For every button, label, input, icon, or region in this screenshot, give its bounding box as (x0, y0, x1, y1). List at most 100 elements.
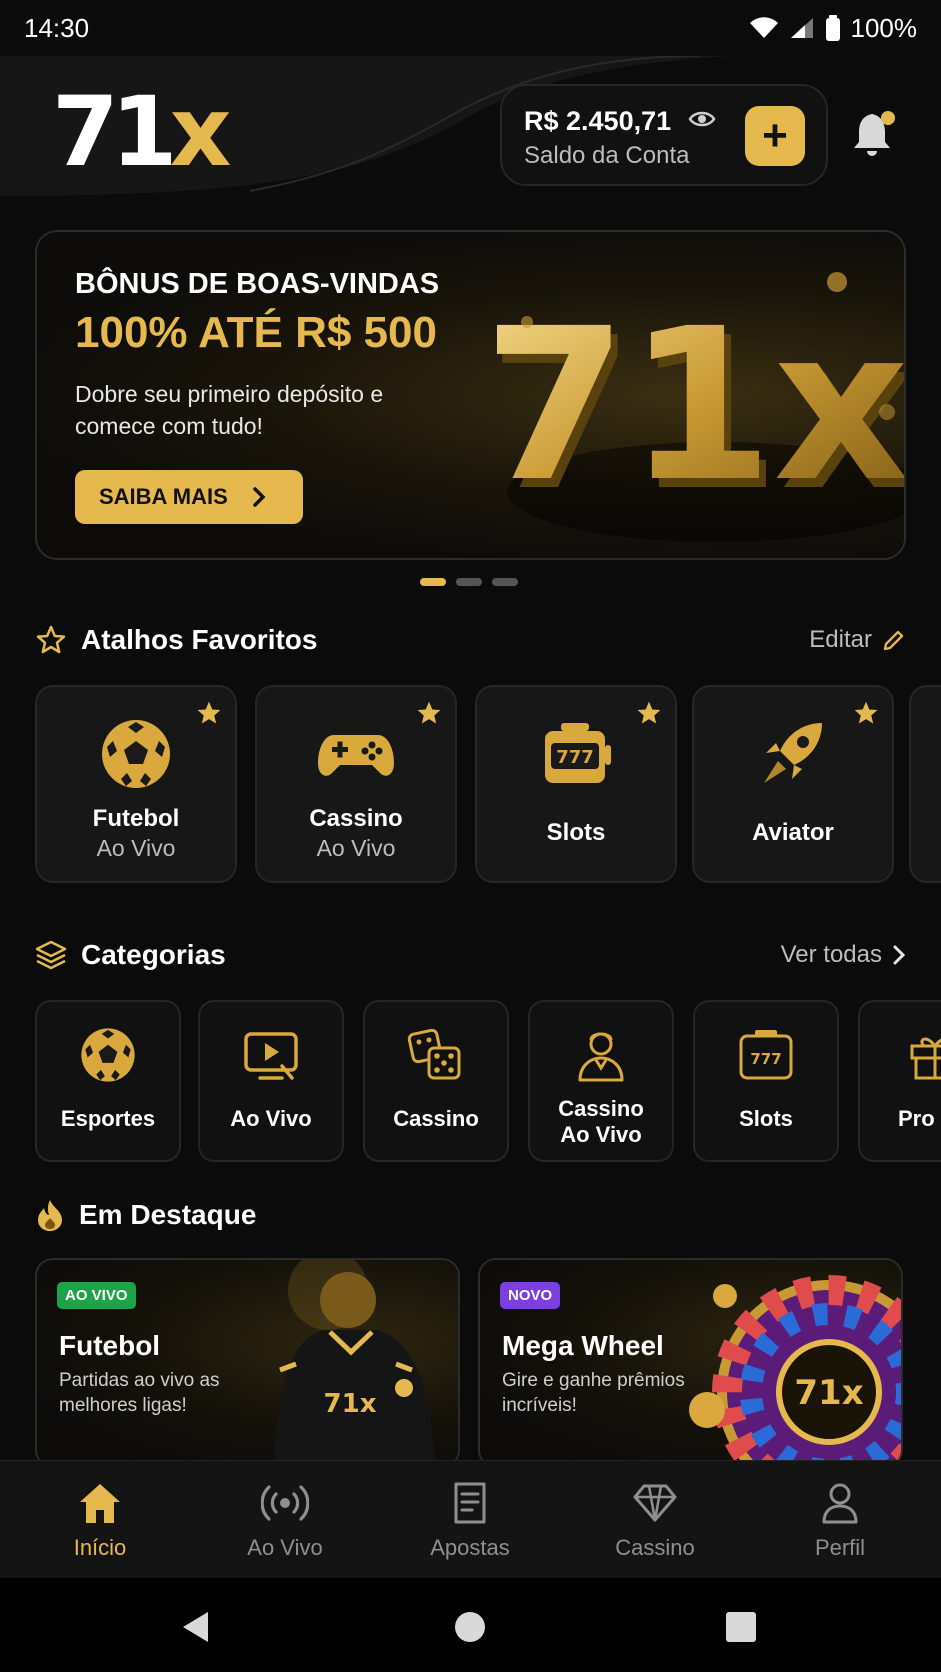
categories-title-text: Categorias (81, 939, 226, 970)
nav-label: Ao Vivo (247, 1535, 323, 1560)
category-esportes[interactable]: Esportes (35, 1000, 181, 1162)
promo-banner[interactable]: 71x 71x BÔNUS DE BOAS-VINDAS 100% ATÉ R$… (35, 230, 906, 560)
category-label: Esportes (60, 1106, 156, 1131)
home-icon (80, 1484, 120, 1523)
new-badge: NOVO (500, 1282, 561, 1309)
banner-kicker: BÔNUS DE BOAS-VINDAS (75, 268, 440, 300)
bell-icon[interactable] (852, 108, 898, 160)
nav-cassino[interactable]: Cassino (575, 1479, 735, 1561)
favorites-title-text: Atalhos Favoritos (81, 624, 318, 655)
category-label: Cassino (393, 1106, 479, 1131)
featured-title-text: Em Destaque (79, 1199, 257, 1230)
logo-accent-text: x (169, 76, 232, 188)
featured-mega-wheel-card[interactable]: 71x NOVO Mega Wheel Gire e ganhe prêmios… (478, 1258, 903, 1468)
carousel-dot[interactable] (420, 578, 446, 586)
carousel-dot[interactable] (492, 578, 518, 586)
ver-todas-button[interactable]: Ver todas (781, 941, 906, 969)
eye-icon[interactable] (688, 108, 716, 130)
nav-ao-vivo[interactable]: Ao Vivo (205, 1479, 365, 1561)
category-label-line1: Cassino (558, 1096, 644, 1121)
bet-slip-icon (454, 1482, 486, 1524)
category-label: Pro (898, 1106, 935, 1131)
rocket-icon (764, 723, 822, 783)
wheel-logo-text: 71x (794, 1373, 863, 1413)
edit-label: Editar (809, 626, 872, 653)
battery-icon (825, 15, 840, 41)
system-navigation-bar (0, 1578, 941, 1672)
favorite-sublabel: Ao Vivo (96, 835, 176, 861)
favorite-label: Cassino (309, 805, 403, 832)
soccer-player-art: 71x (274, 1260, 436, 1466)
category-slots[interactable]: 777 Slots (693, 1000, 839, 1162)
favorites-row: Futebol Ao Vivo Cassino Ao Vivo 777 Slot… (35, 685, 941, 883)
featured-futebol-card[interactable]: 71x AO VIVO Futebol Partidas ao vivo as … (35, 1258, 460, 1468)
saiba-mais-label: SAIBA MAIS (99, 484, 228, 509)
gift-icon (910, 1037, 941, 1080)
battery-percent: 100% (850, 12, 918, 43)
favorite-cassino-ao-vivo[interactable]: Cassino Ao Vivo (255, 685, 457, 883)
featured-card-subtitle: Partidas ao vivo as melhores ligas! (59, 1370, 220, 1416)
featured-header: Em Destaque (35, 1195, 906, 1235)
favorite-slots[interactable]: 777 Slots (475, 685, 677, 883)
category-label: Slots (739, 1106, 793, 1131)
nav-label: Início (73, 1535, 127, 1560)
live-badge: AO VIVO (57, 1282, 136, 1309)
logo-main-text: 71 (52, 76, 178, 188)
favorite-futebol-ao-vivo[interactable]: Futebol Ao Vivo (35, 685, 237, 883)
carousel-dot[interactable] (456, 578, 482, 586)
soccer-ball-icon (102, 720, 170, 788)
banner-subtitle: Dobre seu primeiro depósito e comece com… (75, 381, 384, 439)
favorite-aviator[interactable]: Aviator (692, 685, 894, 883)
pencil-icon (883, 630, 904, 651)
balance-card[interactable]: R$ 2.450,71 Saldo da Conta + (500, 84, 828, 186)
saiba-mais-button[interactable]: SAIBA MAIS (75, 470, 303, 524)
featured-card-title: Mega Wheel (502, 1330, 664, 1361)
categories-row: Esportes Ao Vivo Cassino Cassino Ao Vivo … (35, 1000, 941, 1162)
add-funds-button[interactable]: + (745, 106, 805, 166)
jersey-logo-text: 71x (324, 1389, 377, 1419)
banner-art-text: 71x (497, 283, 906, 528)
featured-title: Em Destaque (35, 1198, 256, 1232)
edit-favorites-button[interactable]: Editar (809, 626, 906, 654)
nav-perfil[interactable]: Perfil (760, 1479, 920, 1561)
back-icon[interactable] (180, 1610, 212, 1644)
dealer-icon (578, 1032, 624, 1082)
favorite-more[interactable] (909, 685, 941, 883)
category-cassino-ao-vivo[interactable]: Cassino Ao Vivo (528, 1000, 674, 1162)
home-circle-icon[interactable] (454, 1610, 486, 1644)
user-icon (822, 1483, 858, 1524)
app-header: 71x R$ 2.450,71 Saldo da Conta + (0, 56, 941, 206)
brand-logo[interactable]: 71x (52, 84, 232, 180)
nav-label: Apostas (430, 1535, 510, 1560)
bottom-nav: Início Ao Vivo Apostas Cassino Perfil (0, 1460, 941, 1578)
category-label-line2: Ao Vivo (560, 1122, 642, 1147)
favorites-header: Atalhos Favoritos Editar (35, 620, 906, 660)
status-icons: 100% (749, 12, 918, 44)
svg-text:777: 777 (750, 1050, 781, 1068)
featured-card-subtitle: Gire e ganhe prêmios incríveis! (502, 1370, 685, 1416)
ver-todas-label: Ver todas (780, 941, 882, 968)
favorite-sublabel: Ao Vivo (316, 835, 396, 861)
categories-title: Categorias (35, 939, 226, 971)
slot-machine-icon: 777 (545, 723, 611, 783)
favorite-label: Futebol (92, 805, 180, 832)
prize-wheel-art: 71x (689, 1275, 901, 1466)
favorite-label: Aviator (752, 819, 834, 846)
category-label: Cassino Ao Vivo (530, 1096, 672, 1148)
status-time: 14:30 (24, 12, 90, 43)
category-ao-vivo[interactable]: Ao Vivo (198, 1000, 344, 1162)
chevron-right-icon (893, 945, 906, 965)
banner-71x-art: 71x 71x (497, 272, 906, 542)
categories-header: Categorias Ver todas (35, 935, 906, 975)
category-cassino[interactable]: Cassino (363, 1000, 509, 1162)
favorites-title: Atalhos Favoritos (35, 624, 317, 656)
soccer-ball-icon (81, 1028, 135, 1082)
nav-apostas[interactable]: Apostas (390, 1479, 550, 1561)
slot-machine-icon: 777 (739, 1030, 793, 1080)
favorite-label: Slots (546, 819, 606, 846)
layers-icon (35, 940, 67, 970)
fire-icon (38, 1200, 62, 1231)
category-promocoes[interactable]: Pro (858, 1000, 941, 1162)
recents-icon[interactable] (725, 1610, 757, 1644)
nav-inicio[interactable]: Início (20, 1479, 180, 1561)
